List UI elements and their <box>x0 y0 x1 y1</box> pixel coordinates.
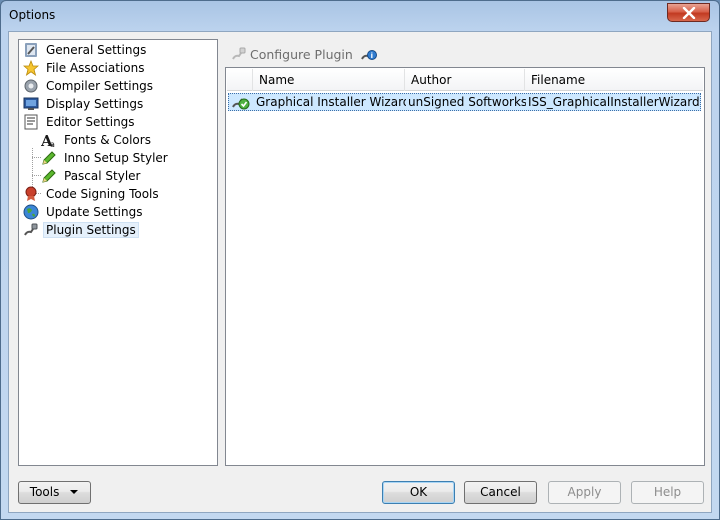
tree-item-compiler-settings[interactable]: Compiler Settings <box>23 77 156 95</box>
dialog-client-area: General Settings File Associations Compi… <box>8 31 712 513</box>
plugin-checked-icon <box>232 94 250 110</box>
tree-item-pascal-styler[interactable]: Pascal Styler <box>41 167 143 185</box>
tree-item-general-settings[interactable]: General Settings <box>23 41 149 59</box>
configure-plugin-icon <box>231 46 247 62</box>
pencil-icon <box>41 150 57 166</box>
column-header-filename[interactable]: Filename <box>525 69 703 91</box>
tree-item-label: Code Signing Tools <box>46 187 159 201</box>
editor-icon <box>23 114 39 130</box>
close-button[interactable] <box>667 3 710 22</box>
tree-item-label: Inno Setup Styler <box>64 151 168 165</box>
tree-item-label: Update Settings <box>46 205 143 219</box>
chevron-down-icon <box>70 490 79 494</box>
tree-connector <box>32 157 41 158</box>
tree-item-plugin-settings[interactable]: Plugin Settings <box>23 221 139 239</box>
monitor-icon <box>23 96 39 112</box>
title-bar[interactable]: Options <box>1 1 719 31</box>
plugin-list-header: Name Author Filename <box>227 69 703 91</box>
configure-plugin-row: Configure Plugin i <box>231 44 377 64</box>
table-row[interactable]: Graphical Installer Wizard unSigned Soft… <box>228 93 701 111</box>
tree-item-label: Compiler Settings <box>46 79 154 93</box>
cancel-button[interactable]: Cancel <box>464 481 537 504</box>
tree-item-update-settings[interactable]: Update Settings <box>23 203 146 221</box>
svg-text:i: i <box>370 52 372 60</box>
column-header-icon[interactable] <box>227 69 253 91</box>
settings-tree[interactable]: General Settings File Associations Compi… <box>18 39 218 466</box>
tree-item-label: Pascal Styler <box>64 169 141 183</box>
hammer-settings-icon <box>23 42 39 58</box>
tree-item-file-associations[interactable]: File Associations <box>22 59 147 77</box>
tree-item-label: General Settings <box>46 43 147 57</box>
plugin-author-cell: unSigned Softworks <box>408 95 526 109</box>
tree-item-label: Fonts & Colors <box>64 133 151 147</box>
seal-icon <box>23 186 39 202</box>
tools-button[interactable]: Tools <box>18 481 91 504</box>
svg-text:a: a <box>50 140 55 148</box>
configure-plugin-button[interactable]: Configure Plugin <box>250 47 353 62</box>
ok-button[interactable]: OK <box>382 481 455 504</box>
gears-icon <box>23 78 39 94</box>
tools-button-label: Tools <box>29 485 60 499</box>
plugin-name-cell: Graphical Installer Wizard <box>256 95 406 109</box>
font-icon: Aa <box>40 132 57 150</box>
plugin-info-icon[interactable]: i <box>360 46 377 62</box>
star-icon <box>22 59 40 76</box>
tree-item-fonts-colors[interactable]: Aa Fonts & Colors <box>40 131 154 150</box>
tree-item-label: Plugin Settings <box>43 222 139 238</box>
plugin-filename-cell: ISS_GraphicalInstallerWizard.dll <box>528 95 700 109</box>
help-button[interactable]: Help <box>631 481 704 504</box>
tree-item-display-settings[interactable]: Display Settings <box>23 95 146 113</box>
apply-button[interactable]: Apply <box>548 481 621 504</box>
column-header-author[interactable]: Author <box>405 69 525 91</box>
tree-connector <box>32 175 41 176</box>
tree-item-editor-settings[interactable]: Editor Settings <box>23 113 138 131</box>
options-window: Options General Settings File Associatio… <box>0 0 720 520</box>
globe-icon <box>23 204 39 220</box>
tree-item-code-signing-tools[interactable]: Code Signing Tools <box>23 185 162 203</box>
tree-item-inno-setup-styler[interactable]: Inno Setup Styler <box>41 149 171 167</box>
window-title: Options <box>9 8 56 22</box>
tree-item-label: Editor Settings <box>46 115 135 129</box>
tree-item-label: File Associations <box>46 61 145 75</box>
tree-item-label: Display Settings <box>46 97 144 111</box>
close-icon <box>682 7 696 19</box>
column-header-name[interactable]: Name <box>253 69 405 91</box>
plugin-list[interactable]: Name Author Filename Graphical Installer… <box>225 67 705 466</box>
plug-icon <box>23 222 39 238</box>
pencil-icon <box>41 168 57 184</box>
